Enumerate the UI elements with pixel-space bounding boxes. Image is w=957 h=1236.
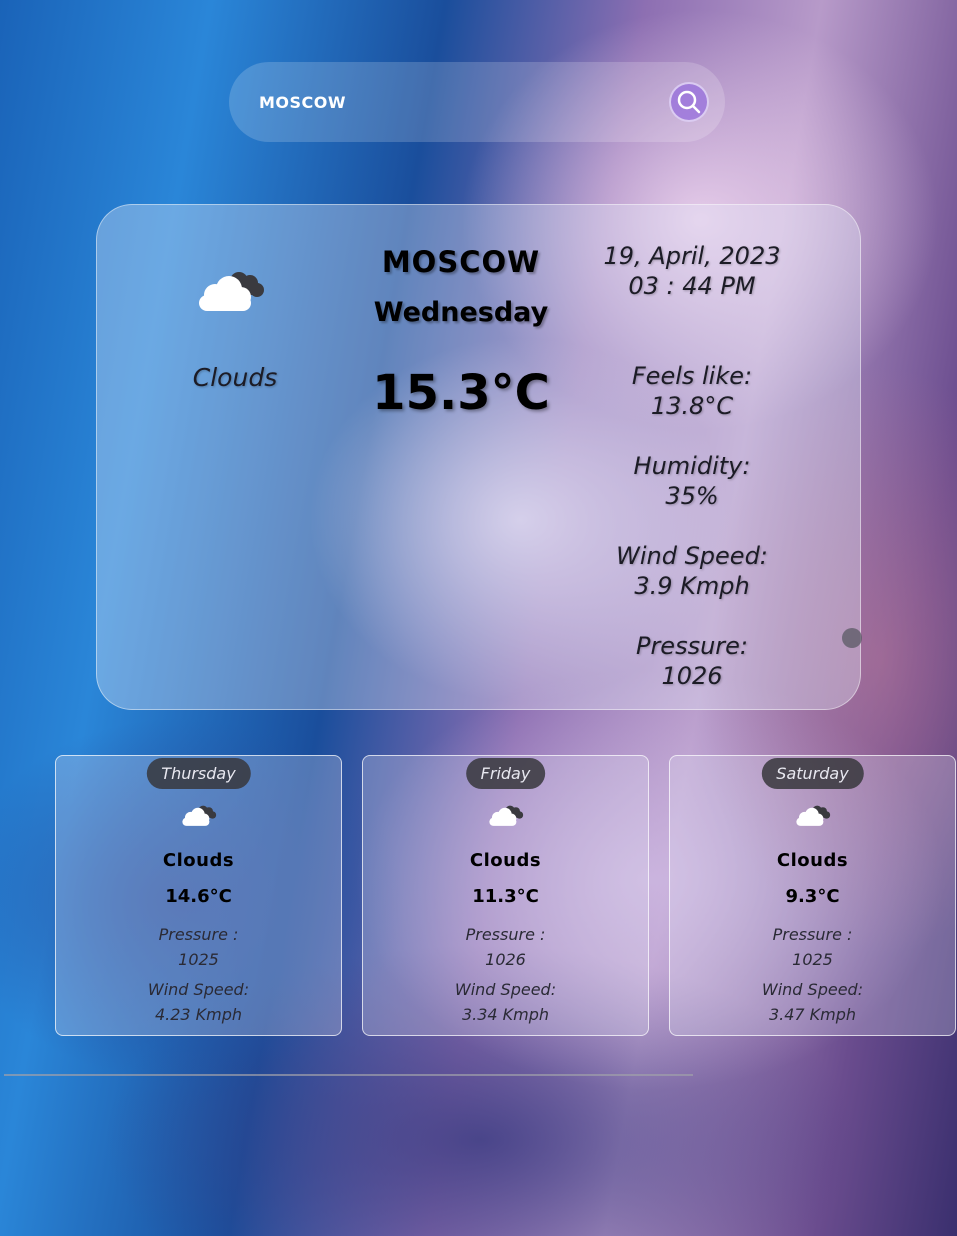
current-details: 19, April, 2023 03 : 44 PM Feels like: 1… (597, 241, 787, 691)
wind-speed-label: Wind Speed: (616, 542, 768, 570)
forecast-wind-value: 3.47 Kmph (768, 1005, 857, 1024)
clouds-icon (796, 805, 831, 826)
forecast-wind-label: Wind Speed: (761, 980, 864, 999)
forecast-temperature: 9.3°C (785, 886, 840, 907)
forecast-day-badge: Saturday (761, 758, 864, 789)
feels-like-value: 13.8°C (650, 392, 734, 420)
current-date: 19, April, 2023 (603, 242, 781, 270)
pressure-label: Pressure: (635, 632, 749, 660)
clouds-icon (489, 805, 524, 826)
forecast-pressure-value: 1025 (178, 950, 219, 969)
divider (4, 1074, 693, 1076)
forecast-card: Thursday Clouds 14.6°C Pressure : 1025 W… (55, 755, 342, 1036)
current-condition: Clouds (192, 363, 278, 392)
current-day: Wednesday (373, 297, 549, 328)
forecast-details: Pressure : 1025 Wind Speed: 3.47 Kmph (670, 922, 955, 1027)
scroll-handle[interactable] (842, 628, 862, 648)
search-input[interactable] (257, 86, 641, 118)
forecast-wind-value: 4.23 Kmph (154, 1005, 243, 1024)
forecast-temperature: 14.6°C (165, 886, 232, 907)
current-time: 03 : 44 PM (628, 272, 756, 300)
forecast-condition: Clouds (162, 850, 235, 871)
search-icon (677, 90, 701, 114)
current-temperature: 15.3°C (372, 365, 550, 421)
search-button[interactable] (669, 82, 709, 122)
forecast-card: Friday Clouds 11.3°C Pressure : 1026 Win… (362, 755, 649, 1036)
wind-speed-value: 3.9 Kmph (634, 572, 750, 600)
forecast-pressure-label: Pressure : (772, 925, 853, 944)
forecast-pressure-value: 1026 (485, 950, 526, 969)
humidity-label: Humidity: (633, 452, 751, 480)
forecast-temperature: 11.3°C (472, 886, 539, 907)
forecast-condition: Clouds (776, 850, 849, 871)
city-name: MOSCOW (381, 245, 541, 279)
forecast-pressure-value: 1025 (792, 950, 833, 969)
current-weather-card: Clouds MOSCOW Wednesday 15.3°C 19, April… (96, 204, 861, 710)
clouds-icon (199, 272, 264, 311)
forecast-day-badge: Friday (465, 758, 546, 789)
humidity-value: 35% (665, 482, 719, 510)
forecast-pressure-label: Pressure : (465, 925, 546, 944)
search-bar (229, 62, 725, 142)
forecast-card: Saturday Clouds 9.3°C Pressure : 1025 Wi… (669, 755, 956, 1036)
pressure-value: 1026 (661, 662, 723, 690)
clouds-icon (182, 805, 217, 826)
forecast-wind-label: Wind Speed: (454, 980, 557, 999)
forecast-pressure-label: Pressure : (158, 925, 239, 944)
forecast-details: Pressure : 1026 Wind Speed: 3.34 Kmph (363, 922, 648, 1027)
forecast-details: Pressure : 1025 Wind Speed: 4.23 Kmph (56, 922, 341, 1027)
forecast-condition: Clouds (469, 850, 542, 871)
feels-like-label: Feels like: (631, 362, 753, 390)
forecast-wind-value: 3.34 Kmph (461, 1005, 550, 1024)
forecast-day-badge: Thursday (146, 758, 251, 789)
forecast-wind-label: Wind Speed: (147, 980, 250, 999)
